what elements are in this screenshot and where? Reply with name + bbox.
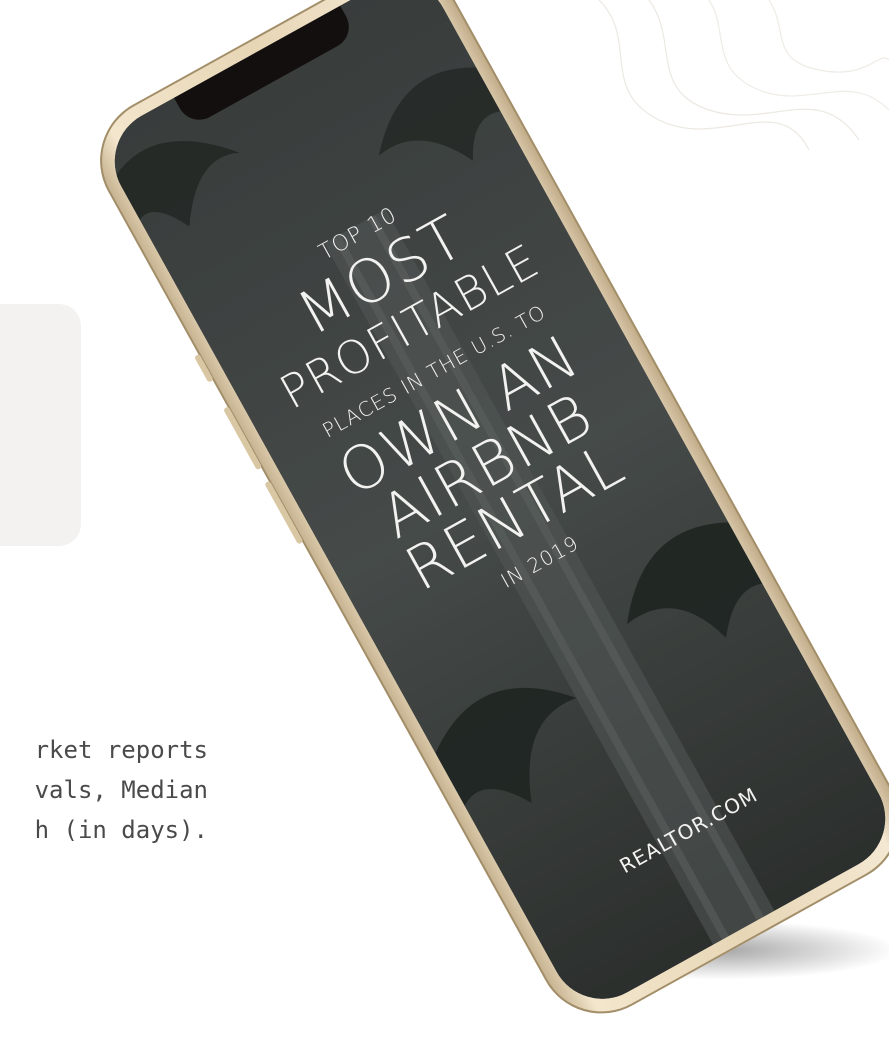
phone-mockup: TOP 10 MOST PROFITABLE PLACES IN THE U.S…: [0, 0, 889, 1037]
phone-device: TOP 10 MOST PROFITABLE PLACES IN THE U.S…: [77, 0, 889, 1037]
